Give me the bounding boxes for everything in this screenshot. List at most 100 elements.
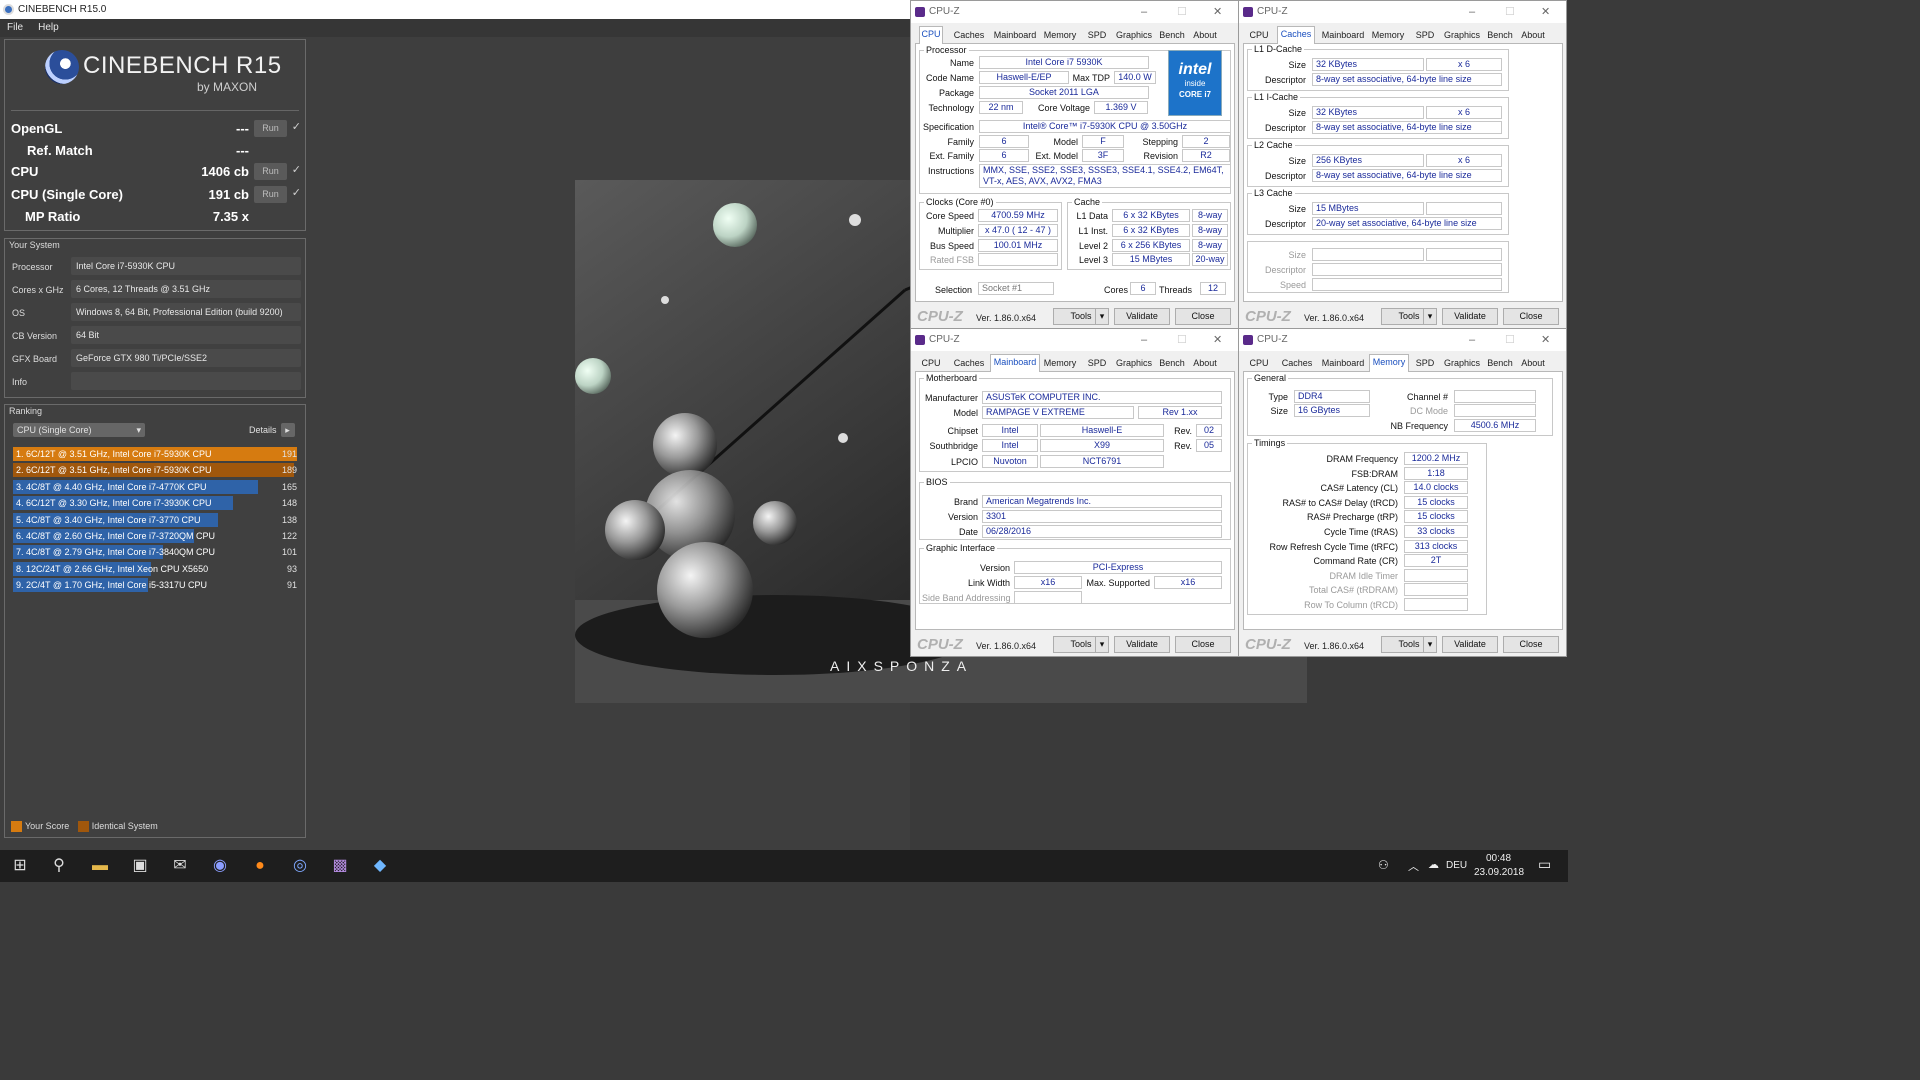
tab-cpu[interactable]: CPU	[919, 26, 943, 45]
ranking-row[interactable]: 8. 12C/24T @ 2.66 GHz, Intel Xeon CPU X5…	[13, 561, 299, 576]
play-arrow-icon: ▸	[280, 423, 295, 437]
tab-caches[interactable]: Caches	[951, 356, 987, 372]
cpu-run-button[interactable]: Run	[254, 163, 287, 180]
tab-cpu[interactable]: CPU	[1247, 356, 1271, 372]
tab-bench[interactable]: Bench	[1158, 28, 1186, 44]
tools-dropdown-icon[interactable]: ▾	[1095, 308, 1109, 325]
network-icon[interactable]: ☁	[1428, 858, 1439, 871]
tools-dropdown-icon[interactable]: ▾	[1423, 308, 1437, 325]
tab-spd[interactable]: SPD	[1413, 356, 1437, 372]
minimize-icon[interactable]: –	[1469, 1, 1475, 23]
tab-spd[interactable]: SPD	[1085, 28, 1109, 44]
tab-bench[interactable]: Bench	[1486, 28, 1514, 44]
cpu-single-run-button[interactable]: Run	[254, 186, 287, 203]
tab-bench[interactable]: Bench	[1486, 356, 1514, 372]
tab-memory[interactable]: Memory	[1042, 28, 1078, 44]
cpuz-tabs: CPU Caches Mainboard Memory SPD Graphics…	[915, 353, 1235, 373]
minimize-icon[interactable]: –	[1141, 329, 1147, 351]
details-button[interactable]: Details ▸	[249, 423, 295, 437]
tab-graphics[interactable]: Graphics	[1115, 28, 1153, 44]
ranking-row[interactable]: 2. 6C/12T @ 3.51 GHz, Intel Core i7-5930…	[13, 463, 299, 478]
validate-button[interactable]: Validate	[1442, 636, 1498, 653]
tab-mainboard[interactable]: Mainboard	[992, 28, 1038, 44]
tab-cpu[interactable]: CPU	[919, 356, 943, 372]
ranking-dropdown[interactable]: CPU (Single Core) ▾	[13, 423, 145, 437]
tab-bench[interactable]: Bench	[1158, 356, 1186, 372]
cpu-single-check-icon[interactable]: ✓	[292, 186, 301, 199]
ranking-row[interactable]: 3. 4C/8T @ 4.40 GHz, Intel Core i7-4770K…	[13, 479, 299, 494]
tab-about[interactable]: About	[1518, 28, 1548, 44]
tab-spd[interactable]: SPD	[1085, 356, 1109, 372]
info-field[interactable]	[71, 372, 301, 390]
ranking-row[interactable]: 9. 2C/4T @ 1.70 GHz, Intel Core i5-3317U…	[13, 578, 299, 593]
minimize-icon[interactable]: –	[1141, 1, 1147, 23]
notification-icon[interactable]: ▭	[1538, 856, 1551, 873]
ranking-row[interactable]: 7. 4C/8T @ 2.79 GHz, Intel Core i7-3840Q…	[13, 545, 299, 560]
search-icon[interactable]: ⚲	[47, 854, 71, 878]
cpuz-taskbar-icon[interactable]: ▩	[328, 854, 352, 878]
close-icon[interactable]: ✕	[1541, 1, 1550, 23]
close-button[interactable]: Close	[1503, 308, 1559, 325]
people-icon[interactable]: ⚇	[1378, 858, 1389, 872]
firefox-icon[interactable]: ●	[248, 854, 272, 878]
maximize-icon[interactable]: ☐	[1177, 1, 1187, 23]
tab-memory[interactable]: Memory	[1370, 28, 1406, 44]
cpuz-app-icon	[1243, 335, 1253, 345]
ranking-title: Ranking	[9, 406, 43, 416]
clock-date[interactable]: 23.09.2018	[1474, 867, 1524, 878]
opengl-run-button[interactable]: Run	[254, 120, 287, 137]
validate-button[interactable]: Validate	[1114, 308, 1170, 325]
tab-graphics[interactable]: Graphics	[1115, 356, 1153, 372]
file-explorer-icon[interactable]: ▬	[88, 854, 112, 878]
chevron-up-icon[interactable]: ︿	[1408, 858, 1419, 874]
maximize-icon[interactable]: ☐	[1505, 329, 1515, 351]
tab-mainboard[interactable]: Mainboard	[1320, 356, 1366, 372]
tab-cpu[interactable]: CPU	[1247, 28, 1271, 44]
close-icon[interactable]: ✕	[1541, 329, 1550, 351]
tab-caches[interactable]: Caches	[951, 28, 987, 44]
maximize-icon[interactable]: ☐	[1177, 329, 1187, 351]
tab-memory[interactable]: Memory	[1042, 356, 1078, 372]
socket-select[interactable]: Socket #1	[978, 282, 1054, 295]
tab-about[interactable]: About	[1190, 28, 1220, 44]
ranking-row[interactable]: 6. 4C/8T @ 2.60 GHz, Intel Core i7-3720Q…	[13, 529, 299, 543]
validate-button[interactable]: Validate	[1114, 636, 1170, 653]
cinebench-taskbar-icon[interactable]: ◎	[288, 854, 312, 878]
discord-icon[interactable]: ◉	[208, 854, 232, 878]
validate-button[interactable]: Validate	[1442, 308, 1498, 325]
tab-caches[interactable]: Caches	[1277, 26, 1315, 45]
cpu-check-icon[interactable]: ✓	[292, 163, 301, 176]
minimize-icon[interactable]: –	[1469, 329, 1475, 351]
app-taskbar-icon[interactable]: ◆	[368, 854, 392, 878]
tab-about[interactable]: About	[1518, 356, 1548, 372]
tab-about[interactable]: About	[1190, 356, 1220, 372]
mail-icon[interactable]: ✉	[168, 854, 192, 878]
tools-dropdown-icon[interactable]: ▾	[1095, 636, 1109, 653]
tab-spd[interactable]: SPD	[1413, 28, 1437, 44]
close-button[interactable]: Close	[1175, 308, 1231, 325]
language-indicator[interactable]: DEU	[1446, 860, 1467, 871]
tab-graphics[interactable]: Graphics	[1443, 356, 1481, 372]
ranking-row[interactable]: 4. 6C/12T @ 3.30 GHz, Intel Core i7-3930…	[13, 496, 299, 511]
close-icon[interactable]: ✕	[1213, 329, 1222, 351]
tab-graphics[interactable]: Graphics	[1443, 28, 1481, 44]
menu-help[interactable]: Help	[38, 22, 59, 33]
tab-mainboard[interactable]: Mainboard	[1320, 28, 1366, 44]
ranking-row[interactable]: 1. 6C/12T @ 3.51 GHz, Intel Core i7-5930…	[13, 447, 299, 461]
store-icon[interactable]: ▣	[128, 854, 152, 878]
tab-caches[interactable]: Caches	[1279, 356, 1315, 372]
opengl-check-icon[interactable]: ✓	[292, 120, 301, 133]
maximize-icon[interactable]: ☐	[1505, 1, 1515, 23]
clock-time[interactable]: 00:48	[1486, 853, 1511, 864]
windows-start-icon[interactable]: ⊞	[8, 854, 32, 878]
tools-dropdown-icon[interactable]: ▾	[1423, 636, 1437, 653]
tab-mainboard[interactable]: Mainboard	[990, 354, 1040, 373]
tab-memory[interactable]: Memory	[1369, 354, 1409, 373]
close-button[interactable]: Close	[1175, 636, 1231, 653]
close-button[interactable]: Close	[1503, 636, 1559, 653]
close-icon[interactable]: ✕	[1213, 1, 1222, 23]
cpu-single-value: 191 cb	[208, 187, 249, 202]
menu-file[interactable]: File	[7, 22, 23, 33]
label: Technology	[928, 103, 974, 113]
ranking-row[interactable]: 5. 4C/8T @ 3.40 GHz, Intel Core i7-3770 …	[13, 512, 299, 527]
